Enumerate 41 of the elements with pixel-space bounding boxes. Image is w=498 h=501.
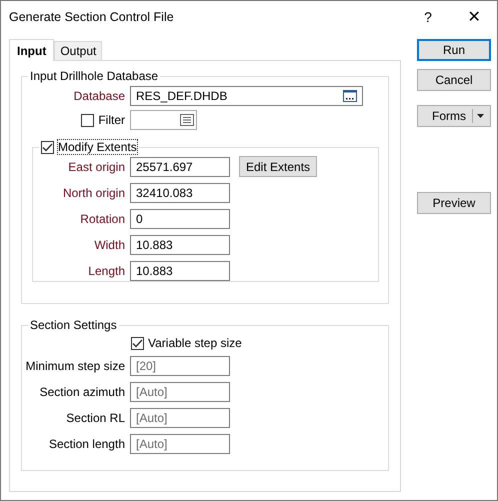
checkbox-label: Variable step size (148, 336, 242, 350)
field-label: Section azimuth (38, 385, 126, 399)
field-label: Rotation (79, 212, 126, 226)
field-label: Section RL (65, 411, 126, 425)
field-label: Length (87, 264, 126, 278)
field-label: Width (93, 238, 126, 252)
input-field[interactable]: 0 (130, 209, 230, 229)
group-title: Section Settings (29, 318, 118, 332)
input-field[interactable]: [Auto] (130, 382, 230, 402)
window-title: Generate Section Control File (9, 10, 175, 24)
modify-extents-checkbox[interactable] (41, 140, 54, 154)
close-button[interactable]: ✕ (451, 2, 497, 32)
input-field[interactable]: 32410.083 (130, 183, 230, 203)
variable-step-checkbox[interactable] (131, 336, 144, 350)
field-label: North origin (62, 186, 126, 200)
help-button[interactable]: ? (405, 2, 451, 32)
checkbox-label: Filter (98, 113, 125, 127)
field-label: Database (72, 89, 126, 103)
field-label: Minimum step size (24, 359, 126, 373)
field-label: East origin (67, 160, 126, 174)
field-label: Section length (48, 437, 126, 451)
input-field[interactable]: 10.883 (130, 235, 230, 255)
tab[interactable]: Input (9, 39, 54, 61)
filter-field[interactable] (130, 110, 197, 130)
input-field[interactable]: 10.883 (130, 261, 230, 281)
list-icon (180, 114, 194, 126)
group-title: Input Drillhole Database (29, 69, 160, 83)
edit-extents-button[interactable]: Edit Extents (239, 156, 318, 177)
browse-icon (343, 90, 357, 102)
run-button[interactable]: Run (417, 39, 491, 61)
input-field[interactable]: 25571.697 (130, 156, 230, 176)
input-field[interactable]: [20] (130, 356, 230, 376)
tab[interactable]: Output (54, 41, 102, 60)
filter-checkbox[interactable] (81, 114, 94, 126)
cancel-button[interactable]: Cancel (417, 69, 491, 91)
database-field[interactable]: RES_DEF.DHDB (130, 86, 363, 106)
checkbox-label: Modify Extents (58, 140, 137, 154)
preview-button[interactable]: Preview (417, 192, 491, 214)
forms-button[interactable]: Forms (417, 105, 491, 127)
input-field[interactable]: [Auto] (130, 408, 230, 428)
input-field[interactable]: [Auto] (130, 434, 230, 454)
